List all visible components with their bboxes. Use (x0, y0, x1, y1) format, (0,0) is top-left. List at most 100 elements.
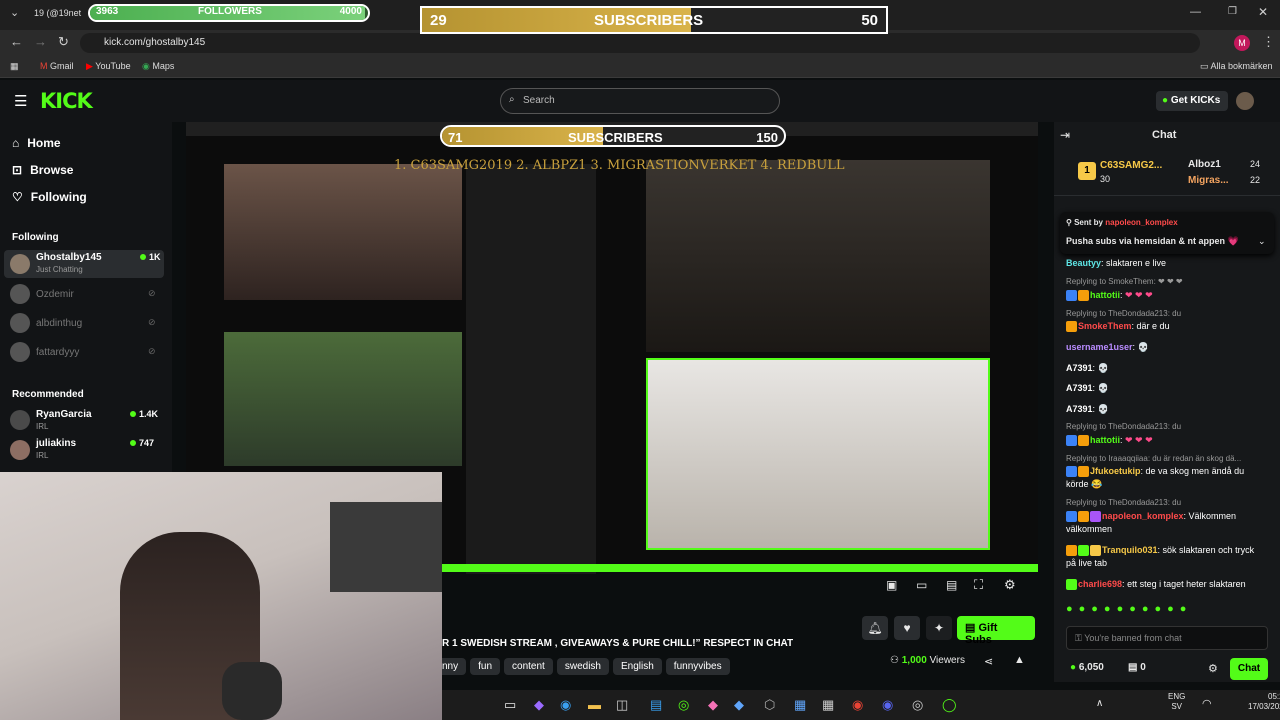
search-placeholder: Search (523, 95, 555, 106)
top-gifter-name[interactable]: Migras... (1188, 175, 1229, 186)
app-icon[interactable]: ◎ (678, 697, 689, 713)
get-kicks-button[interactable]: ● Get KICKs (1156, 91, 1228, 111)
fullscreen-icon[interactable]: ⛶ (974, 577, 983, 593)
tag[interactable]: fun (470, 658, 501, 675)
settings-gear-icon[interactable]: ⚙ (1004, 577, 1016, 593)
clock[interactable]: 05:2317/03/2026 (1248, 692, 1280, 712)
edge-icon[interactable]: ◉ (560, 697, 571, 713)
bookmark-maps[interactable]: ◉ Maps (142, 61, 174, 72)
recommended-name[interactable]: RyanGarcia (36, 409, 92, 420)
url-field[interactable]: kick.com/ghostalby145 (80, 33, 1200, 53)
stream-tags: nny fun content swedish English funnyvibes (442, 656, 734, 675)
sparkle-button[interactable]: ✦ (926, 616, 952, 640)
app-icon[interactable]: ◆ (734, 697, 744, 713)
emote-row[interactable]: ●●●●●●●●●● (1066, 603, 1266, 617)
pinned-message[interactable]: ⚲ Sent by napoleon_komplex Pusha subs vi… (1060, 212, 1274, 254)
chat-input[interactable]: ⚿ You're banned from chat (1066, 626, 1268, 650)
follow-heart-button[interactable]: ♥ (894, 616, 920, 640)
minimize-icon[interactable]: — (1190, 6, 1201, 18)
search-input[interactable]: ⌕ Search (500, 88, 780, 114)
app-icon[interactable]: ◫ (616, 697, 628, 713)
chrome-icon[interactable]: ◉ (852, 697, 863, 713)
close-window-icon[interactable]: ✕ (1258, 5, 1268, 19)
chat-reply-context: Replying to TheDondada213: du (1066, 498, 1182, 507)
bookmark-youtube[interactable]: ▶ YouTube (86, 61, 131, 72)
app-icon[interactable]: ◎ (912, 697, 923, 713)
app-icon[interactable]: ▦ (794, 697, 806, 713)
reload-icon[interactable]: ↻ (58, 34, 69, 50)
chat-send-button[interactable]: Chat (1230, 658, 1268, 680)
discord-icon[interactable]: ◉ (882, 697, 893, 713)
following-title: Following (12, 232, 59, 243)
bell-button[interactable]: 🔔︎ (862, 616, 888, 640)
app-icon[interactable]: ⬡ (764, 697, 775, 713)
nav-home[interactable]: ⌂ Home (12, 136, 61, 150)
viewers-icon: ⚇ (890, 655, 899, 666)
kicks-balance[interactable]: ● 6,050 (1070, 662, 1104, 673)
pip-icon[interactable]: ▣ (886, 578, 897, 592)
browser-tab[interactable]: 19 (@19net (34, 8, 81, 18)
avatar (10, 254, 30, 274)
menu-dots-icon[interactable]: ⋮ (1262, 34, 1275, 50)
hamburger-menu-icon[interactable]: ☰ (14, 92, 27, 110)
profile-avatar[interactable]: M (1234, 35, 1250, 51)
tray-chevron-icon[interactable]: ∧ (1096, 698, 1103, 709)
wifi-icon[interactable]: ◠ (1202, 697, 1212, 710)
user-avatar[interactable] (1236, 92, 1254, 110)
collapse-chat-icon[interactable]: ⇥ (1060, 128, 1070, 142)
top-gifters: 1 C63SAMG2... 30 Alboz1 24 Migras... 22 (1054, 148, 1280, 196)
apps-icon[interactable]: ▦ (10, 61, 19, 72)
forward-icon[interactable]: → (34, 34, 47, 49)
following-name[interactable]: Ozdemir (36, 289, 74, 300)
tab-list-icon[interactable]: ⌄ (10, 6, 19, 19)
top-gifter-name[interactable]: C63SAMG2... (1100, 160, 1162, 171)
sidebar: ⌂ Home ⊡ Browse ♡ Following Following Ghost… (0, 122, 172, 482)
chat-message: Beautyy: slaktaren e live (1066, 258, 1167, 268)
kicks-icon: ● (1070, 662, 1077, 673)
tiktok-stream-1 (224, 164, 462, 300)
followers-current: 3963 (96, 6, 119, 17)
app-icon[interactable]: ◯ (942, 697, 957, 713)
chat-message: A7391: 💀 (1066, 363, 1109, 373)
gift-count[interactable]: ▤ 0 (1128, 662, 1146, 673)
nav-browse[interactable]: ⊡ Browse (12, 163, 73, 177)
tag[interactable]: funnyvibes (665, 658, 730, 675)
top-gifter-name[interactable]: Alboz1 (1188, 159, 1221, 170)
kick-logo[interactable]: KICK (40, 89, 93, 113)
explorer-icon[interactable]: ▬ (588, 697, 601, 712)
chat-message: A7391: 💀 (1066, 383, 1109, 393)
expand-icon[interactable]: ⌄ (1258, 236, 1266, 247)
nav-following[interactable]: ♡ Following (12, 190, 87, 204)
store-icon[interactable]: ▤ (650, 697, 662, 713)
share-icon[interactable]: ⋖ (984, 655, 993, 668)
app-icon[interactable]: ▦ (822, 697, 834, 713)
following-name[interactable]: Ghostalby145 (36, 252, 102, 263)
language-indicator[interactable]: ENG SV (1168, 692, 1185, 712)
bookmark-gmail[interactable]: M Gmail (40, 61, 74, 71)
back-icon[interactable]: ← (10, 34, 23, 49)
taskview-icon[interactable]: ▭ (504, 697, 516, 713)
avatar (10, 284, 30, 304)
tag[interactable]: English (612, 658, 662, 675)
recommended-name[interactable]: juliakins (36, 438, 76, 449)
chat-settings-icon[interactable]: ⚙ (1208, 662, 1218, 675)
tag[interactable]: nny (442, 658, 467, 675)
theater-icon[interactable]: ▭ (916, 578, 927, 592)
dark-room-cam (646, 160, 990, 352)
offline-icon: ⊘ (148, 346, 156, 356)
app-icon[interactable]: ◆ (708, 697, 718, 713)
tag[interactable]: content (504, 658, 553, 675)
top-gifter-amount: 30 (1100, 174, 1111, 184)
maximize-icon[interactable]: ❐ (1228, 6, 1237, 17)
leaderboard-text: 1. C63SAMG2019 2. ALBPZ1 3. MIGRASTIONVE… (394, 158, 845, 173)
report-icon[interactable]: ▲ (1014, 654, 1025, 666)
following-category: Just Chatting (36, 265, 83, 274)
chat-reply-context: Replying to SmokeThem: ❤ ❤ ❤ (1066, 277, 1183, 286)
clip-icon[interactable]: ▤ (946, 578, 957, 592)
tag[interactable]: swedish (556, 658, 609, 675)
copilot-icon[interactable]: ◆ (534, 697, 544, 713)
following-name[interactable]: fattardyyy (36, 347, 79, 358)
all-bookmarks[interactable]: ▭ Alla bokmärken (1200, 61, 1273, 72)
gift-subs-button[interactable]: ▤ Gift Subs (957, 616, 1035, 646)
following-name[interactable]: albdinthug (36, 318, 82, 329)
